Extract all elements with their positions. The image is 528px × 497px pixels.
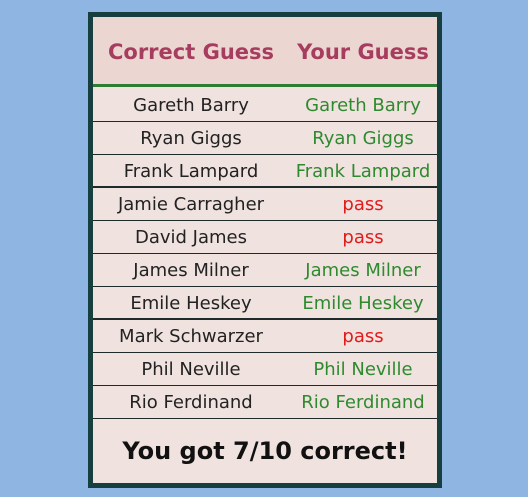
- table-row: Frank Lampard Frank Lampard: [93, 155, 437, 188]
- correct-guess-cell: Rio Ferdinand: [129, 392, 253, 413]
- table-header: Correct Guess Your Guess: [93, 17, 437, 87]
- header-correct-guess: Correct Guess: [107, 40, 275, 64]
- correct-guess-cell: Mark Schwarzer: [119, 326, 263, 347]
- correct-guess-cell: Gareth Barry: [133, 95, 249, 116]
- table-row: Emile Heskey Emile Heskey: [93, 287, 437, 320]
- correct-guess-cell: David James: [134, 227, 248, 248]
- your-guess-cell: Ryan Giggs: [312, 128, 414, 149]
- table-row: James Milner James Milner: [93, 254, 437, 287]
- your-guess-cell: pass: [342, 194, 384, 215]
- your-guess-cell: Phil Neville: [313, 359, 413, 380]
- correct-guess-cell: Jamie Carragher: [117, 194, 265, 215]
- score-summary: You got 7/10 correct!: [122, 437, 408, 465]
- correct-guess-cell: Frank Lampard: [123, 161, 259, 182]
- your-guess-cell: Emile Heskey: [302, 293, 424, 314]
- correct-guess-cell: Emile Heskey: [130, 293, 252, 314]
- table-row: Rio Ferdinand Rio Ferdinand: [93, 386, 437, 419]
- results-card: Correct Guess Your Guess Gareth Barry Ga…: [88, 12, 442, 488]
- your-guess-cell: pass: [342, 227, 384, 248]
- table-row: Mark Schwarzer pass: [93, 320, 437, 353]
- your-guess-cell: Gareth Barry: [305, 95, 421, 116]
- your-guess-cell: pass: [342, 326, 384, 347]
- table-row: Gareth Barry Gareth Barry: [93, 89, 437, 122]
- your-guess-cell: James Milner: [305, 260, 421, 281]
- correct-guess-cell: Ryan Giggs: [140, 128, 242, 149]
- results-table: Gareth Barry Gareth Barry Ryan Giggs Rya…: [93, 89, 437, 419]
- table-row: David James pass: [93, 221, 437, 254]
- table-row: Phil Neville Phil Neville: [93, 353, 437, 386]
- correct-guess-cell: Phil Neville: [141, 359, 241, 380]
- your-guess-cell: Frank Lampard: [295, 161, 431, 182]
- table-row: Ryan Giggs Ryan Giggs: [93, 122, 437, 155]
- header-your-guess: Your Guess: [297, 40, 429, 64]
- correct-guess-cell: James Milner: [133, 260, 249, 281]
- table-row: Jamie Carragher pass: [93, 188, 437, 221]
- your-guess-cell: Rio Ferdinand: [301, 392, 425, 413]
